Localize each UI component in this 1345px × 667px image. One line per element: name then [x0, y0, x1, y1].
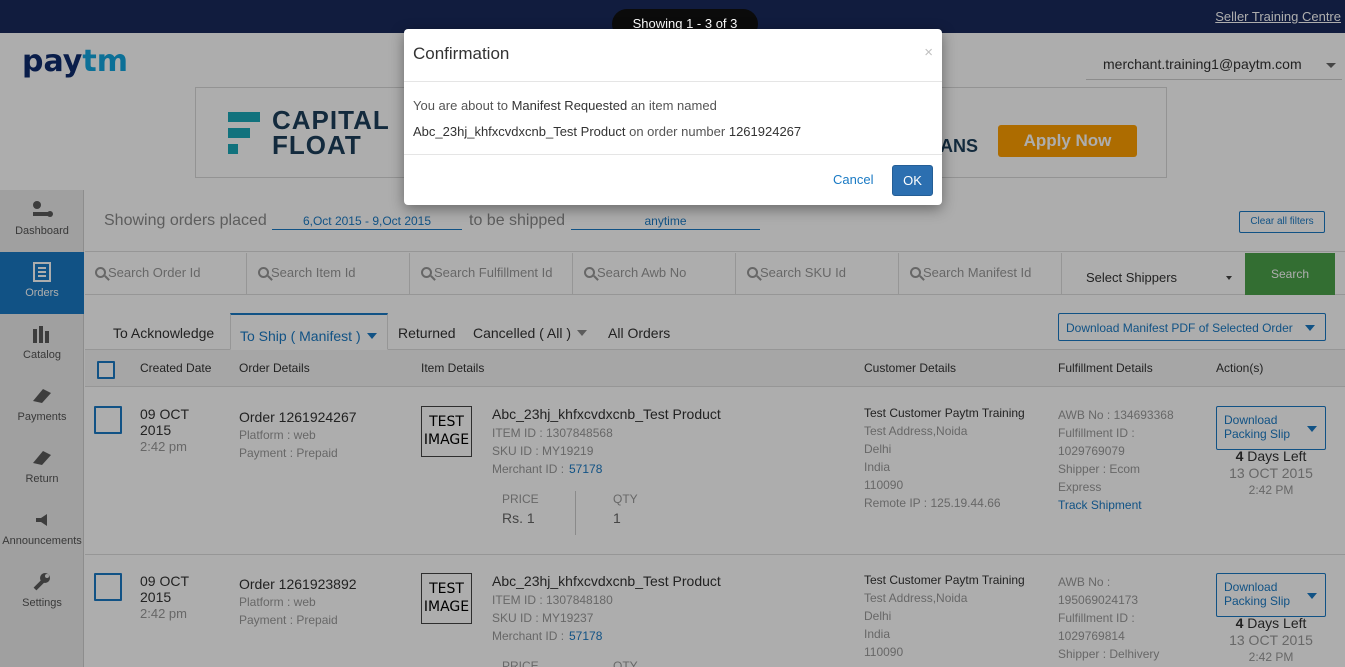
dialog-text: on order number: [629, 124, 726, 139]
dialog-title: Confirmation: [413, 44, 510, 63]
cancel-button[interactable]: Cancel: [833, 172, 873, 187]
dialog-header: Confirmation ×: [404, 29, 942, 82]
close-icon[interactable]: ×: [924, 44, 933, 61]
dialog-product-name: Abc_23hj_khfxcvdxcnb_Test Product: [413, 124, 626, 139]
dialog-text: You are about to: [413, 98, 508, 113]
confirmation-dialog: Confirmation × You are about to Manifest…: [404, 29, 942, 205]
dialog-body: You are about to Manifest Requested an i…: [404, 82, 942, 155]
dialog-order-number: 1261924267: [728, 124, 802, 139]
dialog-message-line1: You are about to Manifest Requested an i…: [413, 98, 717, 113]
dialog-action-name: Manifest Requested: [511, 98, 628, 113]
dialog-text: an item named: [630, 98, 717, 113]
ok-button[interactable]: OK: [892, 165, 933, 196]
dialog-message-line2: Abc_23hj_khfxcvdxcnb_Test Product on ord…: [413, 124, 801, 139]
